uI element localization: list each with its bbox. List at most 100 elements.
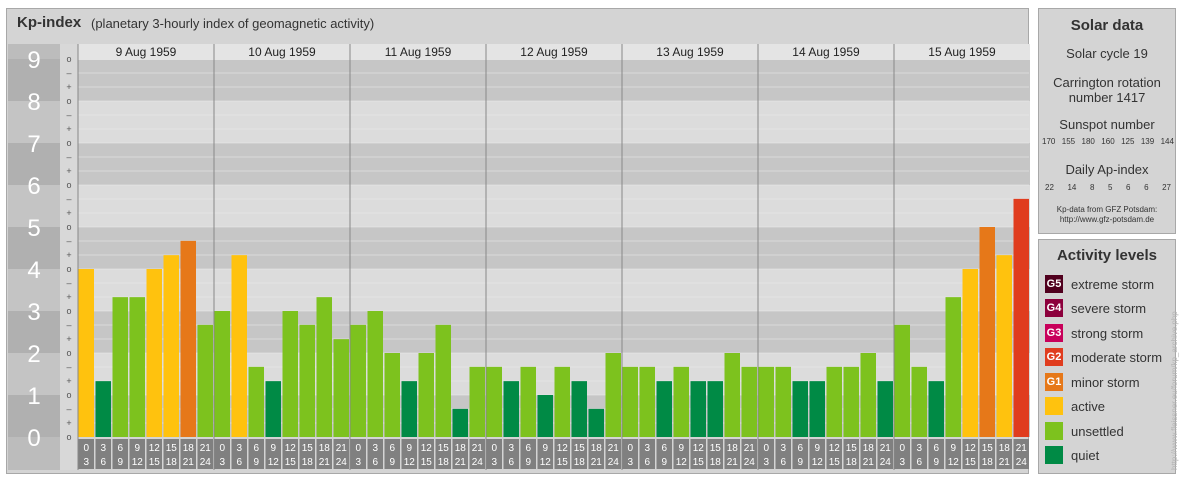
interval-end-label: 12 xyxy=(404,457,416,468)
interval-end-label: 3 xyxy=(84,457,90,468)
y-tick-label: 1 xyxy=(27,383,40,410)
kp-bar xyxy=(248,366,264,437)
interval-end-label: 18 xyxy=(166,457,178,468)
source-line1: Kp-data from GFZ Potsdam: xyxy=(1056,205,1158,214)
interval-start-label: 6 xyxy=(798,443,804,454)
kp-bar xyxy=(180,240,196,437)
interval-start-label: 6 xyxy=(526,443,532,454)
ap-values: 22 14 8 5 6 6 27 xyxy=(1045,183,1171,192)
interval-start-label: 0 xyxy=(764,443,770,454)
interval-start-label: 12 xyxy=(285,443,297,454)
kp-bar xyxy=(588,408,604,437)
interval-start-label: 12 xyxy=(693,443,705,454)
kp-bar xyxy=(928,381,944,437)
day-date-label: 11 Aug 1959 xyxy=(385,45,452,59)
interval-end-label: 21 xyxy=(455,457,467,468)
g4-swatch: G4 xyxy=(1045,299,1063,317)
interval-start-label: 15 xyxy=(166,443,178,454)
kp-bar xyxy=(282,311,298,437)
interval-start-label: 15 xyxy=(710,443,722,454)
interval-end-label: 9 xyxy=(526,457,532,468)
band xyxy=(78,185,1030,227)
interval-start-label: 9 xyxy=(543,443,549,454)
activity-levels-panel: Activity levels G5 extreme storm G4 seve… xyxy=(1038,239,1176,474)
interval-end-label: 3 xyxy=(900,457,906,468)
kp-bar xyxy=(775,366,791,437)
activity-levels-title: Activity levels xyxy=(1056,247,1158,264)
interval-end-label: 12 xyxy=(132,457,144,468)
interval-start-label: 3 xyxy=(373,443,379,454)
interval-start-label: 0 xyxy=(900,443,906,454)
interval-start-label: 15 xyxy=(438,443,450,454)
interval-end-label: 6 xyxy=(645,457,651,468)
interval-start-label: 18 xyxy=(727,443,739,454)
interval-end-label: 15 xyxy=(285,457,297,468)
kp-bar xyxy=(231,255,247,437)
interval-end-label: 6 xyxy=(781,457,787,468)
ap-value: 14 xyxy=(1067,183,1077,192)
kp-bar xyxy=(418,353,434,437)
minor-tick-label: – xyxy=(66,278,71,288)
minor-tick-label: o xyxy=(66,390,71,400)
kp-bar xyxy=(639,366,655,437)
interval-start-label: 0 xyxy=(356,443,362,454)
legend-label: severe storm xyxy=(1071,300,1147,316)
g5-swatch: G5 xyxy=(1045,275,1063,293)
kp-bar xyxy=(299,324,315,437)
interval-end-label: 15 xyxy=(965,457,977,468)
sunspot-value: 160 xyxy=(1101,137,1115,146)
legend-label: quiet xyxy=(1071,447,1100,463)
interval-start-label: 6 xyxy=(390,443,396,454)
y-tick-label: 2 xyxy=(27,341,40,368)
kp-bar xyxy=(112,297,128,437)
interval-start-label: 6 xyxy=(118,443,124,454)
interval-start-label: 18 xyxy=(999,443,1011,454)
kp-bar xyxy=(605,353,621,437)
ap-value: 6 xyxy=(1144,183,1149,192)
minor-tick-label: + xyxy=(66,82,71,92)
interval-start-label: 9 xyxy=(135,443,141,454)
minor-tick-label: – xyxy=(66,110,71,120)
kp-bar xyxy=(350,324,366,437)
minor-tick-label: – xyxy=(66,362,71,372)
band xyxy=(78,143,1030,185)
interval-end-label: 9 xyxy=(390,457,396,468)
interval-start-label: 18 xyxy=(591,443,603,454)
sunspot-value: 144 xyxy=(1160,137,1174,146)
minor-tick-label: o xyxy=(66,432,71,442)
interval-end-label: 21 xyxy=(183,457,195,468)
kp-bar xyxy=(367,311,383,437)
legend-label: strong storm xyxy=(1071,325,1144,341)
ap-value: 5 xyxy=(1108,183,1113,192)
minor-tick-label: – xyxy=(66,152,71,162)
interval-start-label: 9 xyxy=(951,443,957,454)
interval-end-label: 21 xyxy=(319,457,331,468)
kp-bar xyxy=(962,269,978,437)
kp-bar xyxy=(707,381,723,437)
ap-value: 22 xyxy=(1045,183,1054,192)
sunspot-value: 139 xyxy=(1140,137,1155,146)
interval-start-label: 3 xyxy=(237,443,243,454)
watermark: http://www.fleissner.eu/forum/kp_archive… xyxy=(1170,311,1179,470)
ap-title: Daily Ap-index xyxy=(1065,162,1149,177)
source-link[interactable]: http://www.gfz-potsdam.de xyxy=(1039,215,1175,224)
kp-bar xyxy=(911,366,927,437)
interval-end-label: 15 xyxy=(149,457,161,468)
interval-start-label: 6 xyxy=(662,443,668,454)
ap-value: 27 xyxy=(1162,183,1171,192)
kp-bar xyxy=(537,395,553,437)
interval-start-label: 0 xyxy=(84,443,90,454)
day-date-label: 15 Aug 1959 xyxy=(928,45,996,59)
kp-bar xyxy=(826,366,842,437)
legend-label: unsettled xyxy=(1071,423,1124,439)
legend-g5: G5 extreme storm xyxy=(1045,274,1154,294)
interval-start-label: 15 xyxy=(982,443,994,454)
interval-start-label: 18 xyxy=(183,443,195,454)
kp-bar xyxy=(384,353,400,437)
interval-start-label: 0 xyxy=(492,443,498,454)
kp-bar xyxy=(486,366,502,437)
legend-label: active xyxy=(1071,398,1105,414)
minor-tick-label: o xyxy=(66,222,71,232)
interval-start-label: 6 xyxy=(254,443,260,454)
kp-bar xyxy=(129,297,145,437)
